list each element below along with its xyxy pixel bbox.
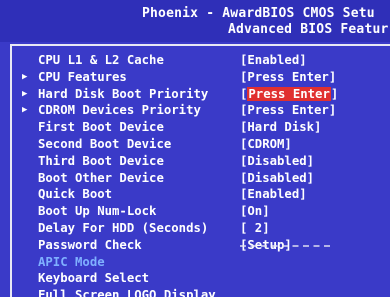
setting-label: Keyboard Select bbox=[38, 271, 150, 286]
setting-row-boot-other-device[interactable]: Boot Other Device [Disabled] bbox=[0, 170, 390, 186]
bios-vendor-title: Phoenix - AwardBIOS CMOS Setu bbox=[142, 6, 375, 21]
bios-screen: Phoenix - AwardBIOS CMOS Setu Advanced B… bbox=[0, 0, 390, 297]
setting-label: APIC Mode bbox=[38, 254, 105, 269]
submenu-arrow-icon: ▶ bbox=[22, 88, 28, 99]
setting-label: Quick Boot bbox=[38, 187, 113, 202]
setting-label: CDROM Devices Priority bbox=[38, 103, 201, 118]
setting-row-third-boot-device[interactable]: Third Boot Device [Disabled] bbox=[0, 153, 390, 169]
setting-value[interactable]: [Press Enter] bbox=[240, 69, 336, 85]
setting-value[interactable]: [Enabled] bbox=[240, 186, 307, 202]
setting-label: CPU Features bbox=[38, 69, 127, 84]
setting-label: Third Boot Device bbox=[38, 153, 164, 168]
setting-value[interactable]: [Hard Disk] bbox=[240, 119, 321, 135]
setting-row-apic-mode[interactable]: APIC Mode bbox=[0, 254, 390, 270]
setting-row-quick-boot[interactable]: Quick Boot [Enabled] bbox=[0, 186, 390, 202]
submenu-arrow-icon: ▶ bbox=[22, 71, 28, 82]
setting-row-password-check[interactable]: Password Check [Setup] bbox=[0, 237, 390, 253]
selected-value-highlight[interactable]: Press Enter bbox=[247, 86, 331, 101]
setting-label: CPU L1 & L2 Cache bbox=[38, 53, 164, 67]
setting-row-cdrom-devices-priority[interactable]: ▶ CDROM Devices Priority [Press Enter] bbox=[0, 102, 390, 118]
dashed-divider bbox=[240, 245, 330, 249]
setting-label: Password Check bbox=[38, 237, 142, 252]
setting-value[interactable]: [Disabled] bbox=[240, 170, 314, 186]
setting-value[interactable]: [Disabled] bbox=[240, 153, 314, 169]
setting-row-delay-for-hdd-seconds[interactable]: Delay For HDD (Seconds) [ 2] bbox=[0, 220, 390, 236]
setting-value[interactable]: [Enabled] bbox=[240, 52, 307, 68]
setting-value[interactable]: [Press Enter] bbox=[240, 86, 338, 102]
setting-label: Boot Other Device bbox=[38, 170, 164, 185]
header-bar: Phoenix - AwardBIOS CMOS Setu Advanced B… bbox=[0, 0, 390, 42]
setting-row-first-boot-device[interactable]: First Boot Device [Hard Disk] bbox=[0, 119, 390, 135]
setting-label: Full Screen LOGO Display bbox=[38, 288, 216, 297]
setting-row-full-screen-logo-display[interactable]: Full Screen LOGO Display bbox=[0, 287, 390, 297]
page-title: Advanced BIOS Featur bbox=[228, 22, 389, 37]
setting-value[interactable]: [Press Enter] bbox=[240, 102, 336, 118]
submenu-arrow-icon: ▶ bbox=[22, 105, 28, 116]
setting-row-second-boot-device[interactable]: Second Boot Device [CDROM] bbox=[0, 136, 390, 152]
setting-label: Hard Disk Boot Priority bbox=[38, 86, 209, 101]
setting-row-boot-up-num-lock[interactable]: Boot Up Num-Lock [On] bbox=[0, 203, 390, 219]
setting-label: Boot Up Num-Lock bbox=[38, 204, 157, 219]
setting-label: Delay For HDD (Seconds) bbox=[38, 221, 209, 235]
setting-row-cpu-l1-l2-cache[interactable]: CPU L1 & L2 Cache [Enabled] bbox=[0, 52, 390, 68]
setting-value[interactable]: [On] bbox=[240, 203, 270, 219]
setting-value[interactable]: [ 2] bbox=[240, 220, 270, 236]
setting-label: First Boot Device bbox=[38, 120, 164, 135]
setting-value[interactable]: [CDROM] bbox=[240, 136, 292, 152]
setting-row-keyboard-select[interactable]: Keyboard Select bbox=[0, 270, 390, 286]
setting-label: Second Boot Device bbox=[38, 137, 172, 151]
setting-row-cpu-features[interactable]: ▶ CPU Features [Press Enter] bbox=[0, 69, 390, 85]
setting-row-hard-disk-boot-priority[interactable]: ▶ Hard Disk Boot Priority [Press Enter] bbox=[0, 86, 390, 102]
